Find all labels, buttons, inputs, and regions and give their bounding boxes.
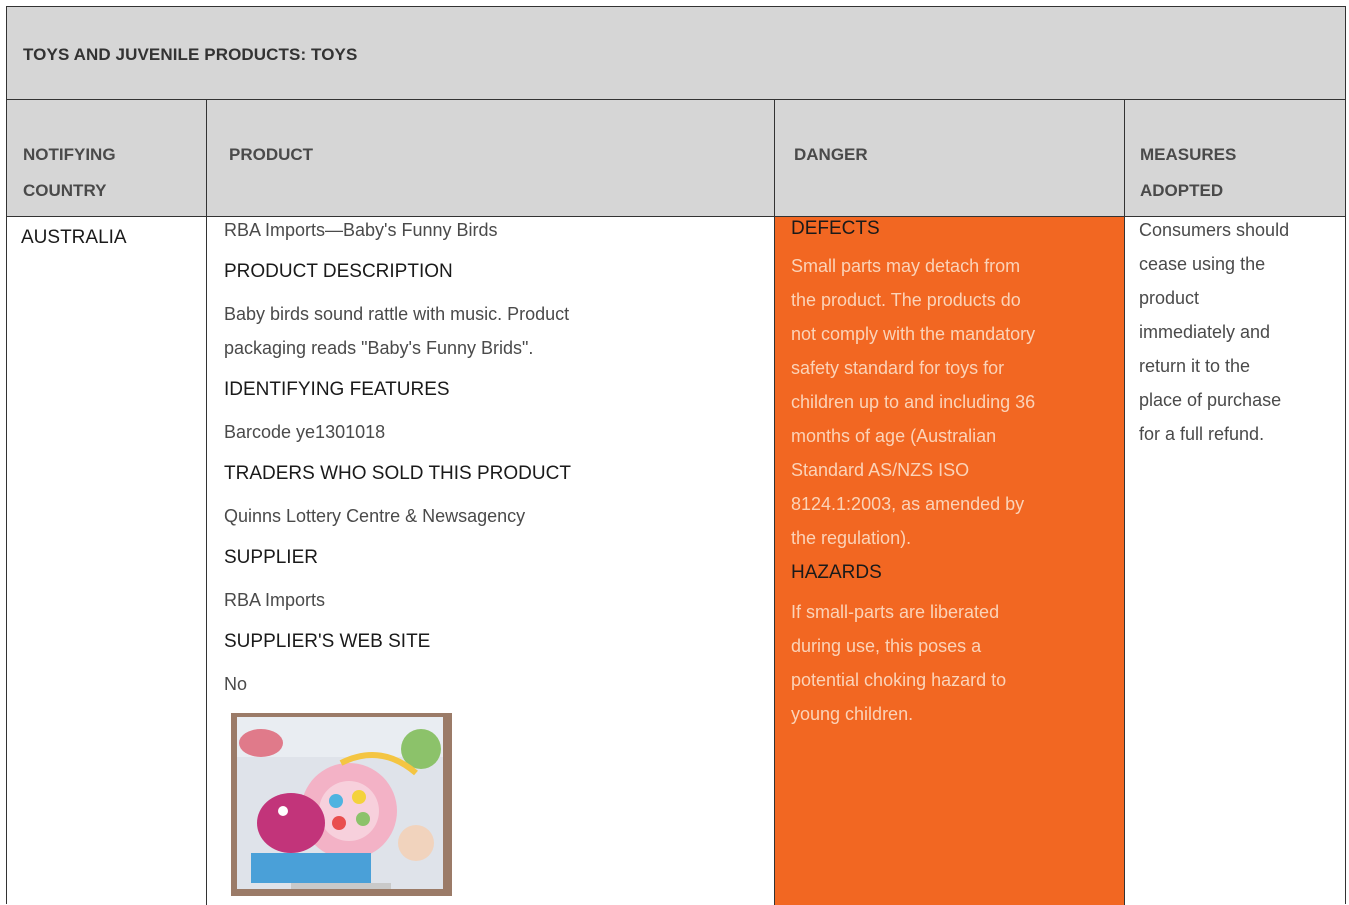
header-measures-line-1: MEASURES [1140, 145, 1237, 164]
defects-line: the product. The products do [791, 290, 1021, 310]
supplier-website: No [224, 674, 248, 694]
header-country-line-2: COUNTRY [23, 181, 107, 200]
defects-line: Standard AS/NZS ISO [791, 460, 970, 480]
table-title: TOYS AND JUVENILE PRODUCTS: TOYS [23, 45, 358, 64]
column-divider [206, 100, 207, 905]
product-cell: RBA Imports—Baby's Funny Birds PRODUCT D… [224, 213, 764, 701]
product-photo-drawing [231, 713, 452, 896]
hazards-line: during use, this poses a [791, 636, 982, 656]
table-header-row: NOTIFYING COUNTRY PRODUCT DANGER MEASURE… [7, 100, 1345, 217]
supplier-website-heading: SUPPLIER'S WEB SITE [224, 631, 431, 652]
supplier-heading: SUPPLIER [224, 547, 318, 568]
measures-line: Consumers should [1139, 220, 1290, 240]
identifying-features-heading: IDENTIFYING FEATURES [224, 379, 450, 400]
defects-heading: DEFECTS [791, 218, 880, 239]
measures-line: place of purchase [1139, 390, 1282, 410]
defects-line: the regulation). [791, 528, 912, 548]
hazards-line: young children. [791, 704, 914, 724]
danger-cell: DEFECTS Small parts may detach from the … [791, 213, 1111, 731]
defects-line: 8124.1:2003, as amended by [791, 494, 1025, 514]
header-country-line-1: NOTIFYING [23, 145, 116, 164]
identifying-features: Barcode ye1301018 [224, 422, 386, 442]
traders-heading: TRADERS WHO SOLD THIS PRODUCT [224, 463, 571, 484]
measures-cell: Consumers should cease using the product… [1139, 213, 1339, 451]
defects-line: safety standard for toys for [791, 358, 1005, 378]
hazards-line: If small-parts are liberated [791, 602, 1000, 622]
supplier: RBA Imports [224, 590, 326, 610]
traders: Quinns Lottery Centre & Newsagency [224, 506, 526, 526]
country-cell: AUSTRALIA [21, 227, 127, 248]
header-danger: DANGER [794, 145, 868, 164]
hazards-line: potential choking hazard to [791, 670, 1007, 690]
product-description-heading: PRODUCT DESCRIPTION [224, 261, 453, 282]
measures-line: cease using the [1139, 254, 1266, 274]
table-title-row: TOYS AND JUVENILE PRODUCTS: TOYS [7, 7, 1345, 100]
header-product: PRODUCT [229, 145, 314, 164]
defects-line: Small parts may detach from [791, 256, 1021, 276]
measures-line: product [1139, 288, 1200, 308]
defects-line: not comply with the mandatory [791, 324, 1036, 344]
measures-line: immediately and [1139, 322, 1271, 342]
hazards-heading: HAZARDS [791, 562, 882, 583]
measures-line: return it to the [1139, 356, 1251, 376]
header-measures-line-2: ADOPTED [1140, 181, 1224, 200]
product-photo [231, 713, 452, 896]
measures-line: for a full refund. [1139, 424, 1265, 444]
column-divider [1124, 100, 1125, 905]
column-divider [774, 100, 775, 905]
product-description-line: Baby birds sound rattle with music. Prod… [224, 304, 570, 324]
header-country: NOTIFYING COUNTRY [23, 137, 116, 209]
recall-table: TOYS AND JUVENILE PRODUCTS: TOYS NOTIFYI… [6, 6, 1346, 905]
header-measures: MEASURES ADOPTED [1140, 137, 1236, 209]
defects-line: months of age (Australian [791, 426, 997, 446]
product-description-line: packaging reads "Baby's Funny Brids". [224, 338, 534, 358]
defects-line: children up to and including 36 [791, 392, 1036, 412]
product-name: RBA Imports—Baby's Funny Birds [224, 220, 498, 240]
